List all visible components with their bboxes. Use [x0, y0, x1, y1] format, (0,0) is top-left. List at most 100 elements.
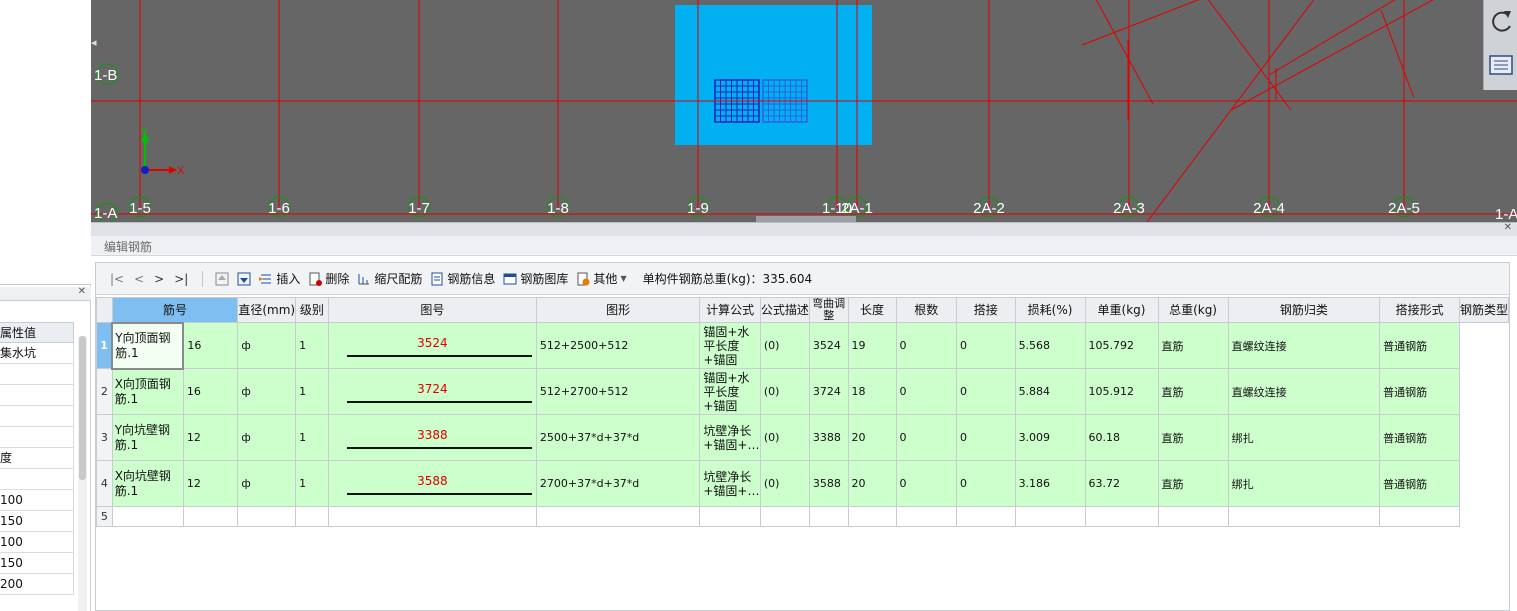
- empty-cell[interactable]: [1014, 506, 1086, 527]
- cell-dia[interactable]: 16: [182, 368, 239, 415]
- property-value-item[interactable]: 集水坑: [0, 343, 74, 364]
- column-header-loss[interactable]: 损耗(%): [1014, 297, 1086, 323]
- row-number[interactable]: 2: [96, 368, 113, 415]
- cell-type[interactable]: 普通钢筋: [1379, 414, 1460, 461]
- cell-unit-w[interactable]: 5.568: [1014, 322, 1086, 369]
- last-record-button[interactable]: >|: [174, 272, 188, 286]
- cell-bar-name[interactable]: Y向顶面钢筋.1: [111, 321, 185, 370]
- empty-cell[interactable]: [759, 506, 810, 527]
- empty-cell[interactable]: [895, 506, 958, 527]
- cell-bend[interactable]: (0): [759, 322, 810, 369]
- property-value-item[interactable]: [0, 406, 74, 427]
- cell-desc[interactable]: 锚固+水平长度+锚固: [699, 322, 761, 369]
- property-value-item[interactable]: 150: [0, 553, 74, 574]
- cell-dia[interactable]: 16: [182, 322, 239, 369]
- property-value-item[interactable]: [0, 364, 74, 385]
- cell-shape[interactable]: 3388: [327, 414, 537, 461]
- scale-rebar-button[interactable]: 缩尺配筋: [357, 270, 422, 287]
- cell-length[interactable]: 3724: [808, 368, 849, 415]
- property-value-item[interactable]: [0, 385, 74, 406]
- property-value-item[interactable]: 100: [0, 490, 74, 511]
- cell-unit-w[interactable]: 5.884: [1014, 368, 1086, 415]
- column-header-diameter[interactable]: 直径(mm): [237, 297, 297, 323]
- cell-shape[interactable]: 3724: [327, 368, 537, 415]
- table-row[interactable]: 4 X向坑壁钢筋.1 12 ф 1 3588 2700+37*d+37*d 坑壁净长+锚固+……: [96, 460, 1509, 507]
- cell-loss[interactable]: 0: [956, 414, 1016, 461]
- cell-loss[interactable]: 0: [956, 368, 1016, 415]
- cell-shape[interactable]: 3588: [327, 460, 537, 507]
- column-header-grade[interactable]: 级别: [295, 297, 329, 323]
- column-header-bar-no[interactable]: 筋号: [111, 297, 239, 323]
- cell-fig-no[interactable]: 1: [295, 368, 329, 415]
- prev-record-button[interactable]: <: [134, 272, 144, 286]
- close-icon[interactable]: ✕: [1504, 222, 1512, 233]
- cell-lap[interactable]: 0: [895, 322, 958, 369]
- column-header-formula-desc[interactable]: 公式描述: [759, 297, 810, 323]
- scrollbar-thumb[interactable]: [79, 336, 86, 480]
- cell-total-w[interactable]: 105.792: [1084, 322, 1159, 369]
- column-header-category[interactable]: 钢筋归类: [1227, 297, 1381, 323]
- cell-fig-no[interactable]: 1: [295, 322, 329, 369]
- empty-cell[interactable]: [1157, 506, 1229, 527]
- cell-loss[interactable]: 0: [956, 322, 1016, 369]
- cell-fig-no[interactable]: 1: [295, 460, 329, 507]
- cell-formula[interactable]: 512+2500+512: [535, 322, 701, 369]
- cell-dia[interactable]: 12: [182, 460, 239, 507]
- cell-bend[interactable]: (0): [759, 414, 810, 461]
- cell-formula[interactable]: 2500+37*d+37*d: [535, 414, 701, 461]
- cell-type[interactable]: 普通钢筋: [1379, 460, 1460, 507]
- cell-total-w[interactable]: 63.72: [1084, 460, 1159, 507]
- cell-category[interactable]: 直筋: [1157, 460, 1229, 507]
- column-header-unit-weight[interactable]: 单重(kg): [1084, 297, 1159, 323]
- empty-cell[interactable]: [699, 506, 761, 527]
- cell-bar-name[interactable]: X向顶面钢筋.1: [111, 368, 184, 415]
- column-header-shape[interactable]: 图形: [535, 297, 701, 323]
- empty-cell[interactable]: [847, 506, 897, 527]
- cell-lap-type[interactable]: 直螺纹连接: [1227, 368, 1381, 415]
- cell-bar-name[interactable]: X向坑壁钢筋.1: [111, 460, 184, 507]
- cell-count[interactable]: 19: [847, 322, 897, 369]
- column-header-formula[interactable]: 计算公式: [699, 297, 761, 323]
- column-header-bend-adjust[interactable]: 弯曲调整: [808, 297, 849, 323]
- cell-length[interactable]: 3588: [808, 460, 849, 507]
- empty-cell[interactable]: [295, 506, 329, 527]
- cell-grade[interactable]: ф: [237, 322, 297, 369]
- cell-category[interactable]: 直筋: [1157, 414, 1229, 461]
- cell-shape[interactable]: 3524: [327, 322, 537, 369]
- empty-cell[interactable]: [535, 506, 701, 527]
- property-value-item[interactable]: [0, 469, 74, 490]
- cell-total-w[interactable]: 105.912: [1084, 368, 1159, 415]
- cell-category[interactable]: 直筋: [1157, 322, 1229, 369]
- empty-cell[interactable]: [1227, 506, 1381, 527]
- row-number[interactable]: 3: [96, 414, 113, 461]
- cell-grade[interactable]: ф: [237, 368, 297, 415]
- column-header-lap[interactable]: 搭接: [956, 297, 1016, 323]
- column-header-rebar-type[interactable]: 钢筋类型: [1458, 297, 1510, 323]
- cell-bend[interactable]: (0): [759, 460, 810, 507]
- panel-splitter[interactable]: ✕: [91, 222, 1517, 236]
- cell-formula[interactable]: 512+2700+512: [535, 368, 701, 415]
- column-header-count[interactable]: 根数: [895, 297, 958, 323]
- cell-length[interactable]: 3388: [808, 414, 849, 461]
- property-value-item[interactable]: 150: [0, 511, 74, 532]
- cell-lap[interactable]: 0: [895, 414, 958, 461]
- cell-count[interactable]: 20: [847, 414, 897, 461]
- other-menu-button[interactable]: 其他 ▼: [576, 270, 627, 287]
- sump-pit[interactable]: [675, 5, 872, 145]
- cell-unit-w[interactable]: 3.009: [1014, 414, 1086, 461]
- layout-icon[interactable]: [1489, 55, 1513, 75]
- table-row[interactable]: 2 X向顶面钢筋.1 16 ф 1 3724 512+2700+512 锚固+水平长度+锚固(…: [96, 368, 1509, 415]
- cell-dia[interactable]: 12: [182, 414, 239, 461]
- close-icon[interactable]: ✕: [78, 286, 86, 297]
- delete-button[interactable]: 删除: [308, 270, 349, 287]
- cell-loss[interactable]: 0: [956, 460, 1016, 507]
- cell-type[interactable]: 普通钢筋: [1379, 322, 1460, 369]
- move-up-button[interactable]: [215, 272, 229, 286]
- cell-desc[interactable]: 坑壁净长+锚固+…: [699, 460, 761, 507]
- table-row[interactable]: 1 Y向顶面钢筋.1 16 ф 1 3524 512+2500+512 锚固+水平长度+锚固(…: [96, 321, 1509, 370]
- rotate-icon[interactable]: [1492, 11, 1511, 32]
- table-row[interactable]: 3 Y向坑壁钢筋.1 12 ф 1 3388 2500+37*d+37*d 坑壁净长+锚固+……: [96, 414, 1509, 461]
- empty-cell[interactable]: [182, 506, 239, 527]
- column-header-figure-no[interactable]: 图号: [327, 297, 537, 323]
- column-header-length[interactable]: 长度: [847, 297, 897, 323]
